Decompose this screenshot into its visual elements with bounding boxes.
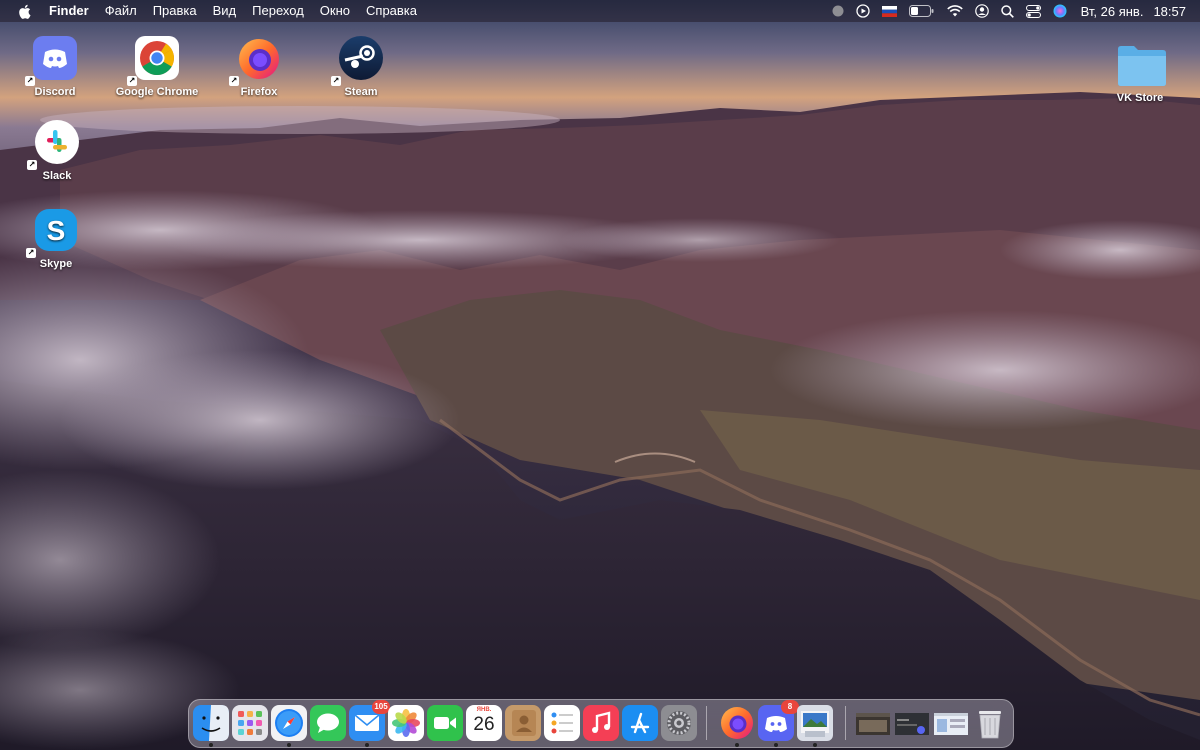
- window-thumbnail-icon: [934, 713, 968, 735]
- window-thumbnail-icon: [856, 713, 890, 735]
- menu-edit[interactable]: Правка: [145, 0, 205, 22]
- discord-icon: ↗: [25, 34, 79, 86]
- dock-minimized-window-3[interactable]: [933, 705, 969, 741]
- alias-arrow-icon: ↗: [331, 76, 341, 86]
- app-store-icon: [622, 705, 658, 741]
- spotlight-search-icon[interactable]: [995, 0, 1020, 22]
- dock: 105 ЯНВ. 26 8: [188, 699, 1014, 748]
- menubar-date[interactable]: Вт, 26 янв.: [1073, 4, 1148, 19]
- now-playing-icon[interactable]: [850, 0, 876, 22]
- desktop-icon-label: Steam: [344, 86, 378, 98]
- desktop-icon-firefox[interactable]: ↗ Firefox: [209, 34, 309, 98]
- wallpaper-landscape: [0, 92, 1200, 750]
- running-indicator: [813, 743, 817, 747]
- system-preferences-icon: [661, 705, 697, 741]
- alias-arrow-icon: ↗: [27, 160, 37, 170]
- control-center-icon[interactable]: [1020, 0, 1047, 22]
- running-indicator: [209, 743, 213, 747]
- desktop-icon-label: VK Store: [1116, 92, 1164, 104]
- preview-icon: [797, 705, 833, 741]
- svg-text:S: S: [47, 215, 66, 246]
- dock-finder[interactable]: [193, 705, 229, 747]
- alias-arrow-icon: ↗: [127, 76, 137, 86]
- chrome-icon: ↗: [127, 34, 181, 86]
- calendar-day: 26: [473, 714, 495, 735]
- dock-reminders[interactable]: [544, 705, 580, 741]
- menu-window[interactable]: Окно: [312, 0, 358, 22]
- music-icon: [583, 705, 619, 741]
- input-source-flag-icon[interactable]: [876, 0, 903, 22]
- dock-minimized-window-1[interactable]: [855, 705, 891, 741]
- dock-launchpad[interactable]: [232, 705, 268, 741]
- firefox-icon: ↗: [229, 34, 283, 86]
- calendar-month: ЯНВ.: [476, 707, 492, 713]
- desktop-icon-slack[interactable]: ↗ Slack: [7, 118, 107, 182]
- reminders-icon: [544, 705, 580, 741]
- battery-icon[interactable]: [903, 0, 941, 22]
- dock-mail[interactable]: 105: [349, 700, 390, 747]
- desktop-icon-vk-store[interactable]: VK Store: [1090, 40, 1190, 104]
- dock-messages[interactable]: [310, 705, 346, 741]
- dock-facetime[interactable]: [427, 705, 463, 741]
- dock-firefox[interactable]: [719, 705, 755, 747]
- desktop-wallpaper: [0, 0, 1200, 750]
- photos-icon: [388, 705, 424, 741]
- dock-trash[interactable]: [972, 705, 1008, 741]
- folder-icon: [1116, 40, 1166, 88]
- finder-icon: [193, 705, 229, 741]
- alias-arrow-icon: ↗: [229, 76, 239, 86]
- dock-photos[interactable]: [388, 705, 424, 741]
- desktop-icon-discord[interactable]: ↗ Discord: [5, 34, 105, 98]
- dock-contacts[interactable]: [505, 705, 541, 741]
- running-indicator: [774, 743, 778, 747]
- siri-icon[interactable]: [1047, 0, 1073, 22]
- dock-discord[interactable]: 8: [758, 700, 799, 747]
- safari-icon: [271, 705, 307, 741]
- menu-go[interactable]: Переход: [244, 0, 312, 22]
- dock-system-preferences[interactable]: [661, 705, 697, 741]
- running-indicator: [287, 743, 291, 747]
- menu-view[interactable]: Вид: [205, 0, 245, 22]
- dock-music[interactable]: [583, 705, 619, 741]
- contacts-icon: [505, 705, 541, 741]
- alias-arrow-icon: ↗: [26, 248, 36, 258]
- window-thumbnail-icon: [895, 713, 929, 735]
- menu-app-name[interactable]: Finder: [39, 0, 97, 22]
- dock-preview[interactable]: [797, 705, 833, 747]
- desktop-icon-google-chrome[interactable]: ↗ Google Chrome: [107, 34, 207, 98]
- dock-calendar[interactable]: ЯНВ. 26: [466, 705, 502, 741]
- dock-separator: [845, 706, 846, 740]
- menu-file[interactable]: Файл: [97, 0, 145, 22]
- slack-icon: ↗: [27, 118, 81, 170]
- user-account-icon[interactable]: [969, 0, 995, 22]
- messages-icon: [310, 705, 346, 741]
- menubar-clock[interactable]: 18:57: [1147, 4, 1200, 19]
- status-dot-icon[interactable]: [826, 0, 850, 22]
- wifi-icon[interactable]: [941, 0, 969, 22]
- menu-help[interactable]: Справка: [358, 0, 425, 22]
- desktop-icon-label: Discord: [34, 86, 76, 98]
- launchpad-icon: [232, 705, 268, 741]
- dock-minimized-window-2[interactable]: [894, 705, 930, 741]
- running-indicator: [735, 743, 739, 747]
- running-indicator: [365, 743, 369, 747]
- firefox-icon: [721, 707, 753, 739]
- dock-safari[interactable]: [271, 705, 307, 747]
- skype-icon: S ↗: [26, 206, 80, 258]
- trash-icon: [979, 711, 1001, 739]
- dock-separator: [706, 706, 707, 740]
- desktop-icon-skype[interactable]: S ↗ Skype: [6, 206, 106, 270]
- menu-bar: Finder Файл Правка Вид Переход Окно Спра…: [0, 0, 1200, 22]
- alias-arrow-icon: ↗: [25, 76, 35, 86]
- desktop-icon-label: Google Chrome: [115, 86, 199, 98]
- desktop-icon-label: Skype: [39, 258, 73, 270]
- desktop-icon-label: Firefox: [240, 86, 278, 98]
- dock-app-store[interactable]: [622, 705, 658, 741]
- desktop-icon-label: Slack: [42, 170, 72, 182]
- facetime-icon: [427, 705, 463, 741]
- apple-menu-icon[interactable]: [9, 4, 39, 19]
- steam-icon: ↗: [331, 34, 385, 86]
- desktop-icon-steam[interactable]: ↗ Steam: [311, 34, 411, 98]
